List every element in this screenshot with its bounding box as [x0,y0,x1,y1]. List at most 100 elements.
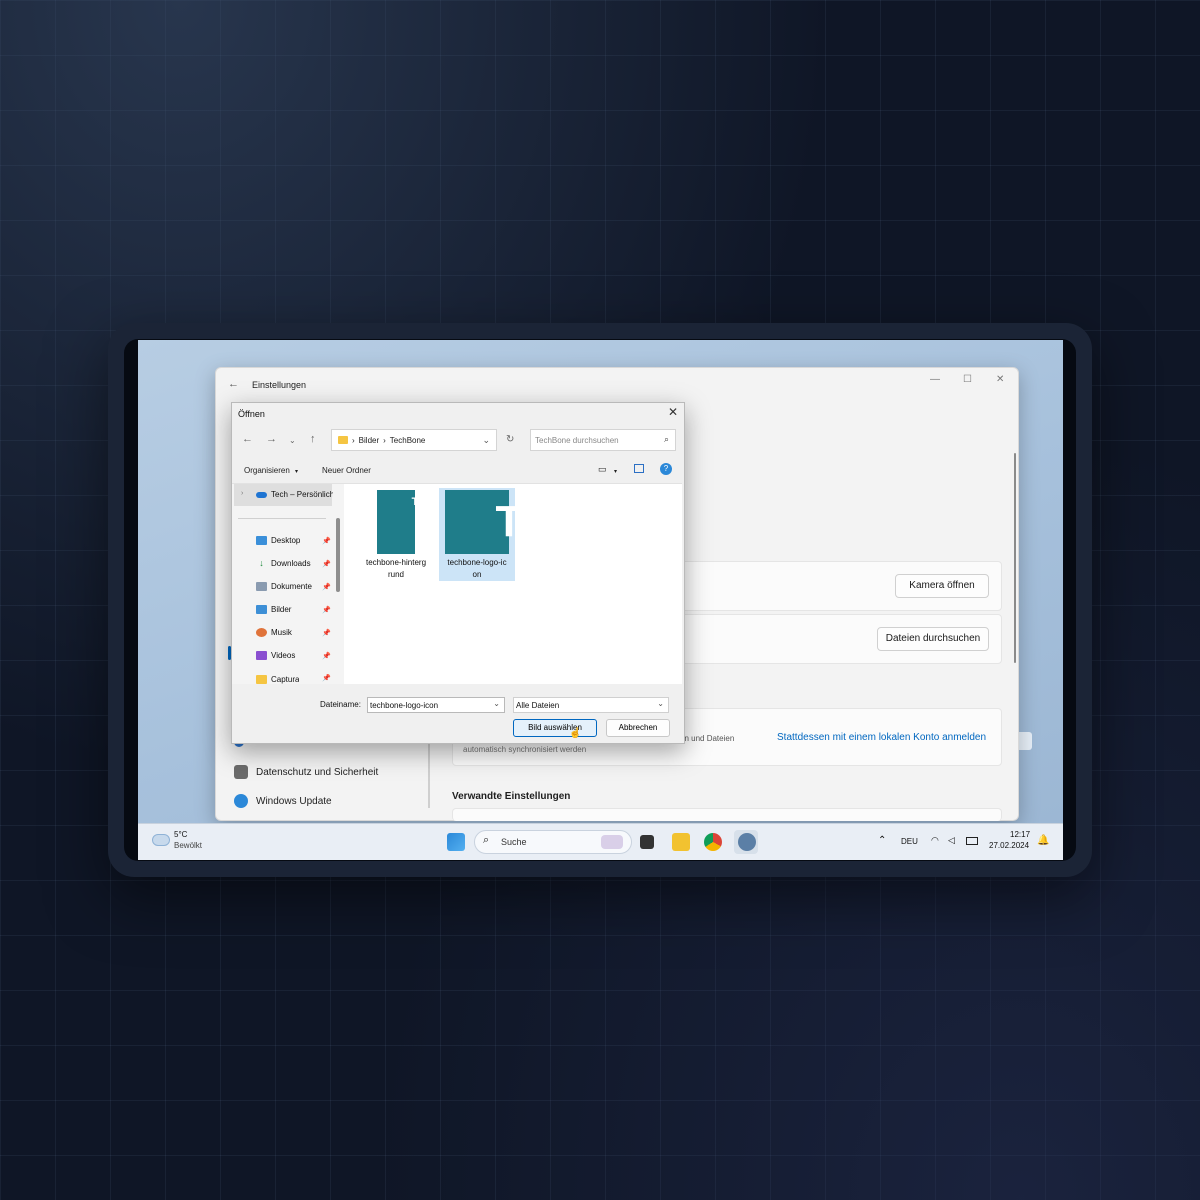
minimize-icon[interactable]: — [930,374,940,385]
recent-locations-icon[interactable]: ⌄ [289,436,296,445]
pin-icon[interactable]: 📌 [322,537,331,545]
preview-pane-icon[interactable] [634,464,644,473]
settings-gear-icon[interactable] [738,833,756,851]
filetype-select[interactable]: Alle Dateien ⌄ [513,697,669,713]
local-account-link[interactable]: Stattdessen mit einem lokalen Konto anme… [777,732,986,743]
pin-icon[interactable]: 📌 [322,652,331,660]
sidebar-item-captura[interactable]: Captura [256,674,299,684]
file-explorer-icon[interactable] [672,833,690,851]
sidebar-item-documents[interactable]: Dokumente [256,582,312,591]
file-name: rund [387,570,404,579]
chevron-down-icon[interactable]: ⌄ [482,435,490,446]
related-settings-heading: Verwandte Einstellungen [452,791,571,802]
file-item[interactable]: T techbone-hinterg rund [358,488,434,581]
up-icon[interactable]: ↑ [310,433,316,445]
chevron-up-icon[interactable]: ⌃ [878,835,886,846]
weather-temp[interactable]: 5°C [174,830,187,839]
chevron-down-icon[interactable]: ⌄ [493,699,500,708]
tablet-bezel: ← Einstellungen — ☐ ✕ Kamera öffnen Date… [124,339,1076,861]
cancel-button[interactable]: Abbrechen [606,719,670,737]
sidebar-item-music[interactable]: Musik [256,628,292,637]
help-icon[interactable]: ? [660,463,672,475]
desktop-icon [256,536,267,545]
nav-item-privacy[interactable]: Datenschutz und Sicherheit [234,765,378,779]
wifi-icon[interactable]: ◠ [931,835,939,846]
filename-input[interactable]: techbone-logo-icon ⌄ [367,697,505,713]
dialog-toolbar: Organisieren ▾ Neuer Ordner ▭ ▾ ? [232,459,684,483]
close-icon[interactable]: ✕ [996,374,1004,385]
chevron-right-icon[interactable]: › [241,490,243,497]
pin-icon[interactable]: 📌 [322,674,331,684]
chevron-down-icon[interactable]: ▾ [614,468,617,475]
logo-icon: T [495,497,523,546]
file-name: techbone-hinterg [365,558,427,567]
search-placeholder: TechBone durchsuchen [535,436,619,445]
settings-scrollbar[interactable] [1014,453,1016,663]
folder-icon [338,436,348,444]
sidebar-item-label: Captura [271,674,300,684]
windows-start-icon[interactable] [447,833,465,851]
clock-time[interactable]: 12:17 [1010,830,1030,839]
pin-icon[interactable]: 📌 [322,629,331,637]
dialog-close-icon[interactable]: ✕ [668,405,678,419]
taskbar: 5°C Bewölkt ⌕ Suche ⌃ DEU ◠ ◁ 12:17 27.0… [138,823,1063,860]
search-highlight-icon [601,835,623,849]
navigation-pane: › Tech – Persönlich Desktop 📌 ↓ Download… [232,483,344,685]
sidebar-item-label: Musik [271,628,292,637]
back-icon[interactable]: ← [242,433,253,445]
pin-icon[interactable]: 📌 [322,560,331,568]
view-options-icon[interactable]: ▭ [598,464,607,475]
forward-icon[interactable]: → [266,433,277,445]
pin-icon[interactable]: 📌 [322,583,331,591]
related-settings-card [452,808,1002,821]
file-name: techbone-logo-ic [447,558,507,567]
weather-desc[interactable]: Bewölkt [174,841,202,850]
dialog-footer: Dateiname: techbone-logo-icon ⌄ Alle Dat… [232,684,684,743]
address-bar[interactable]: › Bilder › TechBone ⌄ [331,429,497,451]
search-input[interactable]: TechBone durchsuchen ⌕ [530,429,676,451]
nav-item-windows-update[interactable]: Windows Update [234,794,332,808]
pictures-icon [256,605,267,614]
language-indicator[interactable]: DEU [901,837,918,846]
image-thumbnail: T [377,490,418,554]
task-view-icon[interactable] [640,835,654,849]
sidebar-scrollbar[interactable] [336,518,340,592]
folder-icon [256,674,267,684]
sidebar-item-videos[interactable]: Videos [256,651,295,660]
music-icon [256,628,267,637]
nav-item-label: Datenschutz und Sicherheit [256,766,379,778]
organize-menu[interactable]: Organisieren [244,466,290,475]
breadcrumb-segment[interactable]: Bilder [359,436,379,445]
back-arrow-icon[interactable]: ← [228,378,239,390]
sidebar-item-downloads[interactable]: ↓ Downloads [256,559,310,569]
account-sync-text: automatisch synchronisiert werden [463,745,587,754]
breadcrumb-segment[interactable]: TechBone [390,436,426,445]
select-image-button[interactable]: Bild auswählen [513,719,597,737]
videos-icon [256,651,267,660]
sidebar-item-desktop[interactable]: Desktop [256,536,300,545]
sidebar-item-label: Videos [271,651,296,660]
open-camera-button[interactable]: Kamera öffnen [895,574,989,598]
pin-icon[interactable]: 📌 [322,606,331,614]
battery-icon[interactable] [966,837,978,845]
maximize-icon[interactable]: ☐ [963,374,972,385]
file-list: T techbone-hinterg rund T techbone-logo-… [344,483,682,685]
desktop-screen: ← Einstellungen — ☐ ✕ Kamera öffnen Date… [138,340,1063,860]
filetype-value: Alle Dateien [516,701,560,710]
sidebar-item-pictures[interactable]: Bilder [256,605,291,614]
refresh-icon[interactable]: ↻ [506,434,514,445]
open-file-dialog: Öffnen ✕ ← → ⌄ ↑ › Bilder › TechBone ⌄ ↻… [231,402,685,744]
volume-icon[interactable]: ◁ [948,835,955,846]
clock-date[interactable]: 27.02.2024 [989,841,1029,850]
sidebar-item-onedrive[interactable]: Tech – Persönlich [256,490,333,499]
notification-bell-icon[interactable]: 🔔 [1037,835,1049,846]
settings-titlebar: ← Einstellungen — ☐ ✕ [216,368,1018,400]
chrome-icon[interactable] [704,833,722,851]
new-folder-button[interactable]: Neuer Ordner [322,466,371,475]
taskbar-search[interactable]: ⌕ Suche [474,830,632,854]
search-label: Suche [501,837,527,847]
file-item-selected[interactable]: T techbone-logo-ic on [439,488,522,581]
document-icon [256,582,267,591]
browse-files-button[interactable]: Dateien durchsuchen [877,627,989,651]
logo-icon: T [411,496,419,508]
